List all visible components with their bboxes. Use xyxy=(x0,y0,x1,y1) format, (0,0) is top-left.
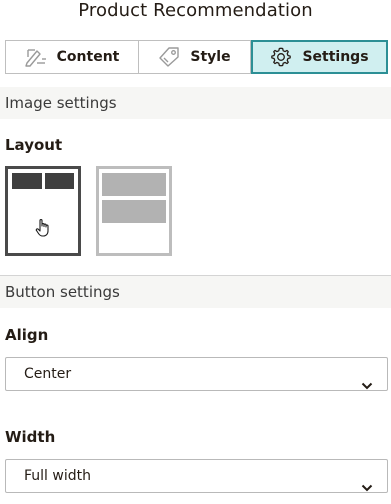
pencil-ruler-icon xyxy=(24,47,47,67)
width-label: Width xyxy=(5,428,56,446)
layout-label: Layout xyxy=(5,136,63,154)
tab-bar: Content Style Settings xyxy=(5,40,388,74)
chevron-down-icon xyxy=(361,472,373,504)
width-select-value: Full width xyxy=(24,468,91,484)
hand-cursor-icon xyxy=(35,218,53,242)
chevron-down-icon xyxy=(361,370,373,402)
layout-preview-block xyxy=(102,200,166,223)
tab-settings[interactable]: Settings xyxy=(251,40,388,74)
align-label: Align xyxy=(5,326,49,344)
layout-preview-block xyxy=(102,173,166,196)
layout-preview-block xyxy=(12,173,42,189)
align-select[interactable]: Center xyxy=(5,357,388,391)
tab-content[interactable]: Content xyxy=(5,40,139,74)
layout-option-stacked[interactable] xyxy=(96,166,172,256)
tab-settings-label: Settings xyxy=(302,49,369,65)
paint-tag-icon xyxy=(158,46,180,68)
align-select-value: Center xyxy=(24,366,72,382)
panel-title: Product Recommendation xyxy=(78,0,313,21)
tab-style-label: Style xyxy=(190,49,231,65)
button-settings-header: Button settings xyxy=(0,276,391,308)
layout-preview-block xyxy=(45,173,74,189)
gear-icon xyxy=(270,46,292,68)
layout-option-two-column[interactable] xyxy=(5,166,81,256)
image-settings-header: Image settings xyxy=(0,87,391,119)
tab-style[interactable]: Style xyxy=(139,40,251,74)
tab-content-label: Content xyxy=(56,49,120,65)
width-select[interactable]: Full width xyxy=(5,459,388,493)
